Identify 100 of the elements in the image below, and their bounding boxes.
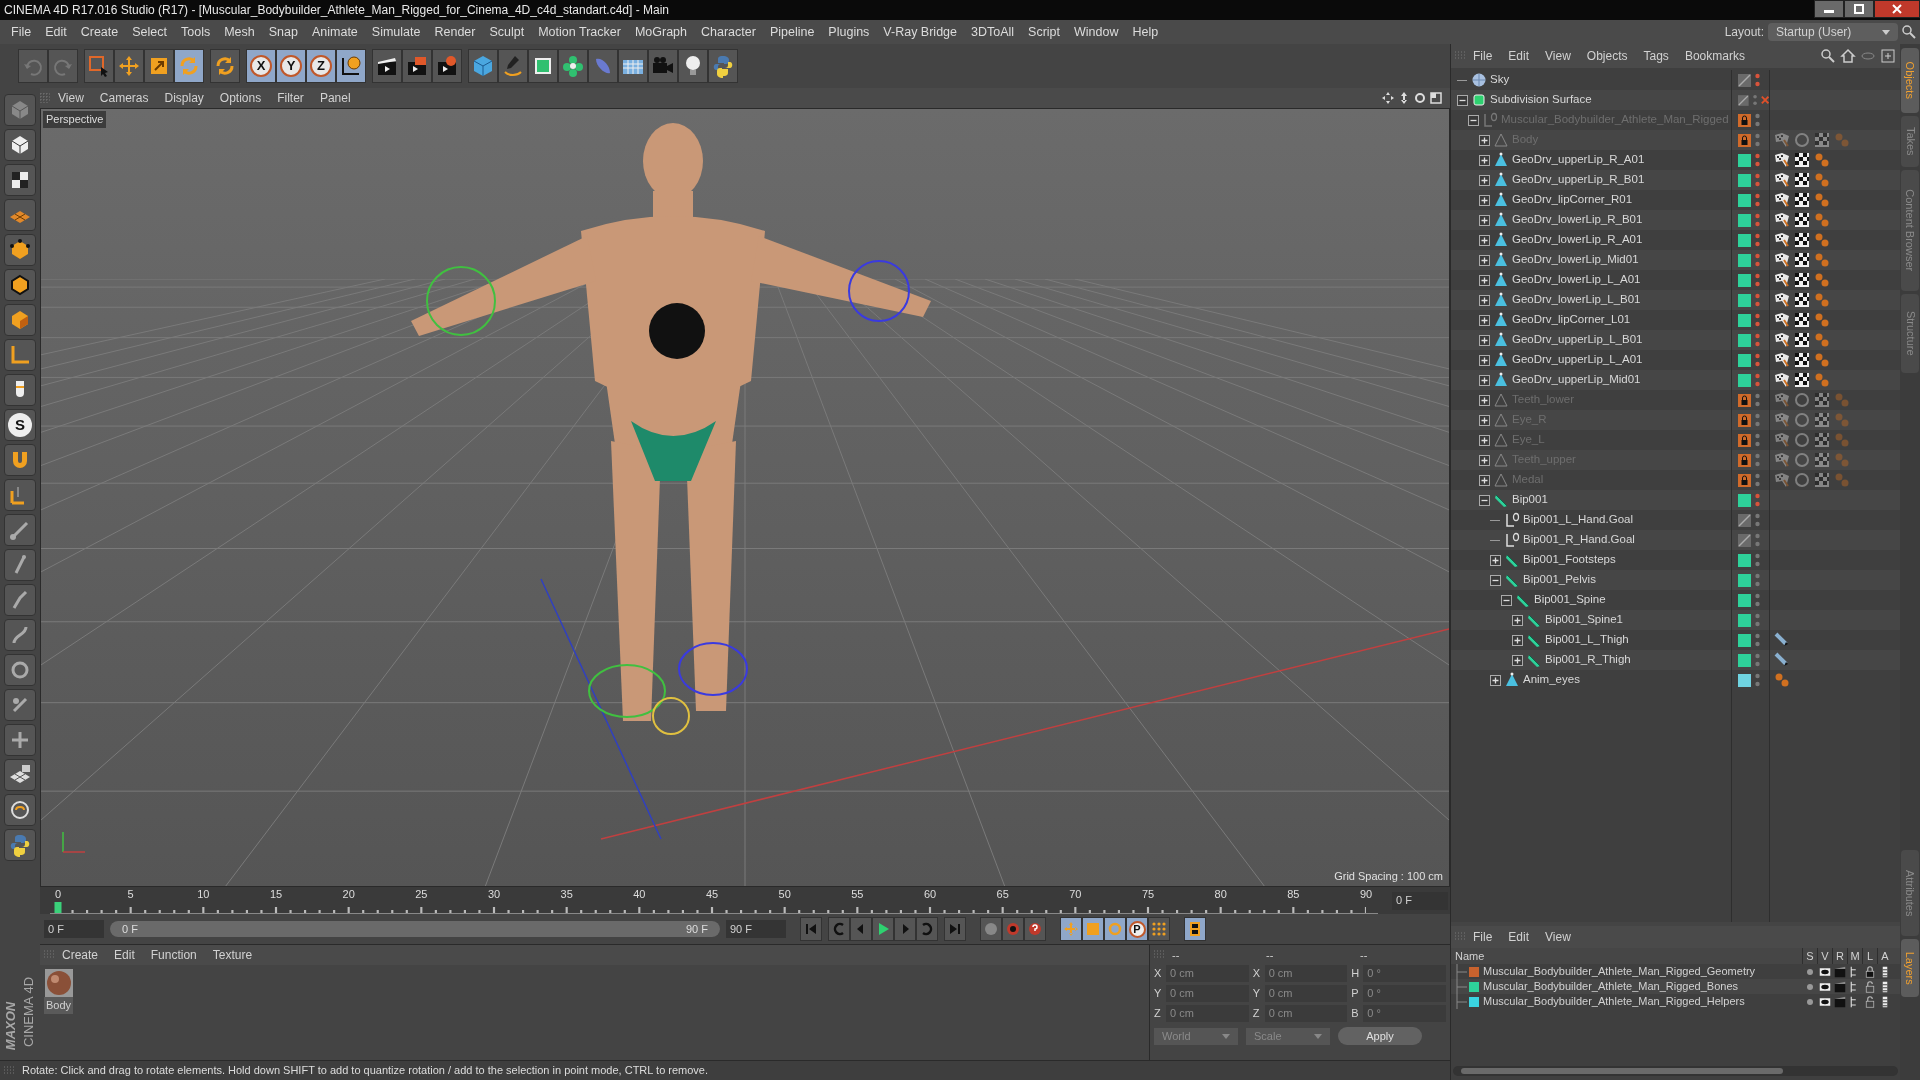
material-menu-item[interactable]: Edit (106, 946, 143, 964)
layer-menu-item[interactable]: Edit (1500, 928, 1538, 946)
object-name[interactable]: Bip001_Pelvis (1523, 571, 1596, 589)
layout-label: Layout: (1724, 24, 1764, 41)
object-menu-item[interactable]: File (1465, 47, 1501, 65)
object-name[interactable]: Bip001_Footsteps (1523, 551, 1616, 569)
coordinate-field[interactable]: 0 cm (1264, 985, 1348, 1002)
frame-tick-label: 15 (269, 888, 283, 901)
menu-item[interactable]: Animate (304, 22, 365, 42)
frame-tick-label: 0 (54, 888, 62, 901)
menu-item[interactable]: Select (125, 22, 174, 42)
viewport-menu-item[interactable]: Cameras (91, 89, 157, 107)
object-name[interactable]: Anim_eyes (1523, 671, 1580, 689)
menu-item[interactable]: Window (1067, 22, 1126, 42)
material-menu-item[interactable]: Function (142, 946, 205, 964)
menu-item[interactable]: 3DToAll (964, 22, 1022, 42)
object-name[interactable]: Sky (1490, 71, 1510, 89)
viewport-menu-item[interactable]: Options (211, 89, 270, 107)
axis-label: H (1351, 966, 1361, 982)
viewport-menu-item[interactable]: Filter (269, 89, 312, 107)
parameter-key-button[interactable]: P (1126, 917, 1148, 941)
menu-item[interactable]: Tools (174, 22, 218, 42)
object-menu-item[interactable]: Edit (1500, 47, 1538, 65)
coordinate-field[interactable]: 0 cm (1166, 1005, 1249, 1022)
menu-item[interactable]: Help (1125, 22, 1166, 42)
coordinate-field[interactable]: 0 cm (1264, 1005, 1348, 1022)
menu-item[interactable]: Edit (38, 22, 74, 42)
frame-tick-label: 80 (1214, 888, 1227, 901)
axis-label: Y (1252, 986, 1261, 1002)
menu-item[interactable]: Script (1021, 22, 1068, 42)
object-menu-item[interactable]: Bookmarks (1676, 47, 1753, 65)
object-name[interactable]: Bip001_L_Thigh (1545, 631, 1629, 649)
frame-tick-label: 85 (1287, 888, 1300, 901)
object-name[interactable]: GeoDrv_upperLip_L_A01 (1512, 351, 1643, 369)
frame-tick-label: 25 (415, 888, 428, 901)
object-menu-item[interactable]: Objects (1578, 47, 1636, 65)
menu-item[interactable]: Render (427, 22, 483, 42)
coordinate-field[interactable]: 0 ° (1363, 965, 1446, 982)
menu-item[interactable]: Pipeline (762, 22, 822, 42)
apply-button[interactable]: Apply (1338, 1027, 1422, 1045)
frame-tick-label: 90 (1359, 888, 1373, 901)
object-name[interactable]: GeoDrv_lipCorner_L01 (1512, 311, 1631, 329)
menu-item[interactable]: Create (73, 22, 126, 42)
frame-tick-label: 65 (996, 888, 1009, 901)
current-frame-field[interactable]: 0 F (1392, 891, 1448, 910)
axis-lock-button[interactable]: X (246, 49, 276, 83)
menu-item[interactable]: Motion Tracker (531, 22, 628, 42)
object-name[interactable]: Bip001_Spine1 (1545, 611, 1623, 629)
frame-tick-label: 45 (705, 888, 719, 901)
coordinate-field[interactable]: 0 ° (1363, 1005, 1446, 1022)
sculpt-button[interactable]: S (4, 409, 36, 441)
column-header: -- (1359, 947, 1369, 963)
coordinate-field[interactable]: 0 cm (1166, 965, 1249, 982)
layout-dropdown[interactable]: Startup (User) (1768, 23, 1898, 41)
layer-name[interactable]: Muscular_Bodybuilder_Athlete_Man_Rigged_Helpers (1483, 993, 1802, 1010)
frame-tick-label: 20 (342, 888, 355, 901)
coordinate-field[interactable]: 0 cm (1264, 965, 1348, 982)
material-menu-item[interactable]: Texture (204, 946, 261, 964)
viewport-menu-item[interactable]: Display (156, 89, 212, 107)
frame-tick-label: 35 (560, 888, 573, 901)
object-menu-item[interactable]: Tags (1635, 47, 1677, 65)
material-name[interactable]: Body (44, 997, 74, 1014)
material-menu-item[interactable]: Create (54, 946, 107, 964)
menu-item[interactable]: MoGraph (627, 22, 694, 42)
menu-item[interactable]: Simulate (364, 22, 428, 42)
object-name[interactable]: GeoDrv_upperLip_R_A01 (1512, 151, 1645, 169)
viewport-menu-item[interactable]: Panel (311, 89, 359, 107)
window-title: CINEMA 4D R17.016 Studio (R17) - [Muscular_Bodybuilder_Athlete_Man_Rigged_for_Cinema_4D_c4d_standart.c4d] - Main (4, 2, 670, 19)
object-name[interactable]: Bip001_L_Hand.Goal (1523, 511, 1633, 529)
object-name[interactable]: GeoDrv_lowerLip_L_A01 (1512, 271, 1641, 289)
frame-tick-label: 55 (851, 888, 864, 901)
viewport[interactable]: Perspective Grid Spacing : 100 cm (40, 108, 1450, 887)
frame-tick-label: 60 (923, 888, 937, 901)
start-frame-field[interactable]: 0 F (44, 920, 104, 938)
menu-item[interactable]: Mesh (217, 22, 262, 42)
object-name[interactable]: GeoDrv_lowerLip_R_A01 (1512, 231, 1643, 249)
menu-item[interactable]: Sculpt (482, 22, 532, 42)
layer-menu-item[interactable]: View (1537, 928, 1579, 946)
object-menu-item[interactable]: View (1537, 47, 1579, 65)
camera-label: Perspective (43, 111, 107, 128)
axis-lock-button[interactable]: Y (276, 49, 306, 83)
menu-item[interactable]: Character (694, 22, 763, 42)
column-header: -- (1265, 947, 1275, 963)
end-frame-field[interactable]: 90 F (726, 920, 786, 938)
object-name[interactable]: Bip001_Spine (1534, 591, 1606, 609)
frame-range-slider[interactable]: 0 F 90 F (110, 921, 720, 937)
coordinate-field[interactable]: 0 ° (1363, 985, 1446, 1002)
object-name[interactable]: GeoDrv_lipCorner_R01 (1512, 191, 1633, 209)
column-header: -- (1171, 947, 1181, 963)
menu-item[interactable]: Plugins (821, 22, 877, 42)
object-name[interactable]: Bip001 (1512, 491, 1548, 509)
layer-menu-item[interactable]: File (1465, 928, 1501, 946)
axis-lock-button[interactable]: Z (306, 49, 336, 83)
coordinate-field[interactable]: 0 cm (1166, 985, 1249, 1002)
layer-name[interactable]: Muscular_Bodybuilder_Athlete_Man_Rigged_Geometry (1483, 963, 1802, 980)
object-name[interactable]: Bip001_R_Thigh (1545, 651, 1631, 669)
viewport-menu-item[interactable]: View (50, 89, 92, 107)
menu-item[interactable]: File (4, 22, 39, 42)
menu-item[interactable]: Snap (261, 22, 305, 42)
menu-item[interactable]: V-Ray Bridge (876, 22, 964, 42)
